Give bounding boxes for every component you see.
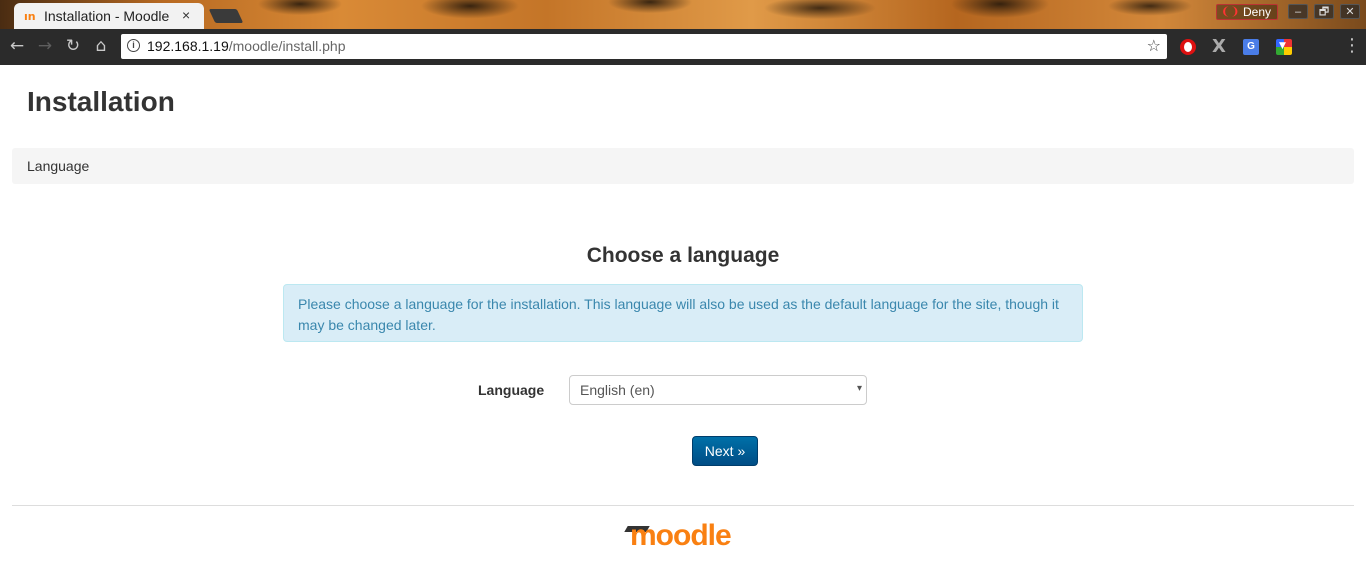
page-title: Installation — [27, 86, 175, 117]
browser-toolbar: ← → ↻ ⌂ i 192.168.1.19/moodle/install.ph… — [0, 29, 1366, 65]
section-title: Choose a language — [586, 244, 780, 267]
back-arrow-icon[interactable]: ← — [6, 35, 28, 57]
address-bar[interactable]: i 192.168.1.19/moodle/install.php ☆ — [121, 34, 1167, 59]
language-label: Language — [478, 382, 545, 398]
breadcrumb-item-language: Language — [27, 158, 90, 174]
new-tab-button[interactable] — [208, 9, 244, 23]
deny-label: Deny — [1243, 5, 1272, 19]
maximize-button[interactable]: 🗗 — [1314, 4, 1334, 19]
window-titlebar: ın Installation - Moodle × ❨❩ Deny – 🗗 ✕ — [0, 0, 1366, 29]
next-button[interactable]: Next » — [692, 436, 758, 466]
deny-badge[interactable]: ❨❩ Deny — [1216, 4, 1278, 20]
home-icon[interactable]: ⌂ — [90, 35, 112, 57]
url-text[interactable]: 192.168.1.19/moodle/install.php — [147, 38, 346, 54]
tab-close-icon[interactable]: × — [182, 7, 190, 23]
google-translate-icon[interactable]: G — [1243, 39, 1259, 55]
forward-arrow-icon[interactable]: → — [34, 35, 56, 57]
url-path: /moodle/install.php — [228, 38, 346, 54]
moodle-favicon-icon: ın — [24, 10, 36, 23]
url-host: 192.168.1.19 — [147, 38, 229, 54]
google-drive-save-icon[interactable] — [1276, 39, 1292, 55]
x-extension-icon[interactable]: X — [1212, 36, 1228, 57]
browser-menu-icon[interactable]: ⋮ — [1343, 35, 1361, 57]
reload-icon[interactable]: ↻ — [62, 35, 84, 57]
site-info-icon[interactable]: i — [127, 39, 140, 52]
footer-divider — [12, 505, 1354, 506]
deny-shield-icon: ❨❩ — [1221, 6, 1240, 18]
language-select[interactable]: English (en) ▾ — [569, 375, 867, 405]
close-window-button[interactable]: ✕ — [1340, 4, 1360, 19]
browser-tab-active[interactable]: ın Installation - Moodle × — [14, 3, 204, 29]
minimize-button[interactable]: – — [1288, 4, 1308, 19]
tab-title: Installation - Moodle — [44, 8, 170, 24]
moodle-logo: moodle — [624, 517, 742, 555]
language-selected-value: English (en) — [580, 382, 655, 398]
opera-extension-icon[interactable] — [1180, 39, 1196, 55]
dropdown-caret-icon: ▾ — [856, 383, 862, 394]
breadcrumb: Language — [12, 148, 1354, 184]
bookmark-star-icon[interactable]: ☆ — [1147, 36, 1161, 55]
info-alert: Please choose a language for the install… — [283, 284, 1083, 342]
logo-text: moodle — [630, 519, 732, 552]
